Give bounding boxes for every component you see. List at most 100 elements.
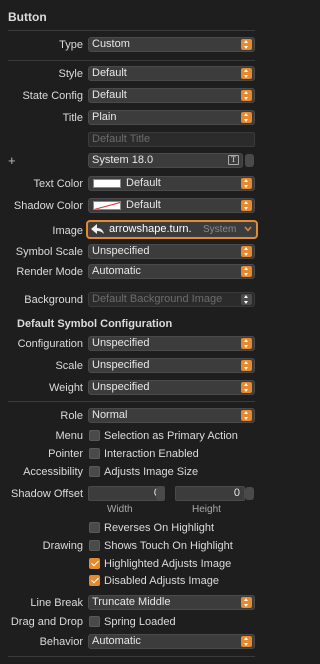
- stepper-arrows-icon: [241, 68, 252, 79]
- background-placeholder: Default Background Image: [92, 293, 223, 305]
- font-size-stepper[interactable]: [245, 154, 254, 167]
- drawing-label: Drawing: [42, 540, 83, 552]
- shadow-color-value: Default: [126, 199, 161, 211]
- title-label: Title: [62, 112, 83, 124]
- configuration-value: Unspecified: [92, 337, 150, 349]
- line-break-popup[interactable]: Truncate Middle: [88, 595, 255, 610]
- weight-popup[interactable]: Unspecified: [88, 380, 255, 395]
- render-mode-value: Automatic: [92, 265, 141, 277]
- type-value: Custom: [92, 38, 130, 50]
- stepper-arrows-icon: [241, 246, 252, 257]
- shadow-color-popup[interactable]: Default: [88, 198, 255, 213]
- title-value: Plain: [92, 111, 117, 123]
- background-label: Background: [24, 294, 83, 306]
- inspector-title: Button: [8, 10, 47, 24]
- role-label: Role: [60, 410, 83, 422]
- drawing-option-label: Disabled Adjusts Image: [104, 575, 219, 587]
- state-config-label: State Config: [22, 90, 83, 102]
- stepper-arrows-icon: [241, 597, 252, 608]
- drawing-checkbox-1[interactable]: [89, 540, 100, 551]
- chevron-down-icon[interactable]: [244, 226, 252, 232]
- weight-label: Weight: [48, 382, 83, 394]
- accessibility-label: Accessibility: [23, 466, 83, 478]
- stepper-arrows-icon: [241, 112, 252, 123]
- accessibility-option-label: Adjusts Image Size: [104, 466, 199, 478]
- role-popup[interactable]: Normal: [88, 408, 255, 423]
- background-combo[interactable]: Default Background Image: [88, 292, 255, 307]
- no-color-swatch: [93, 201, 121, 210]
- state-config-popup[interactable]: Default: [88, 88, 255, 103]
- pointer-label: Pointer: [48, 448, 83, 460]
- behavior-label: Behavior: [39, 636, 83, 648]
- configuration-label: Configuration: [17, 338, 83, 350]
- drawing-option-label: Shows Touch On Highlight: [104, 540, 233, 552]
- stepper-arrows-icon: [241, 294, 252, 305]
- drawing-option-label: Reverses On Highlight: [104, 522, 215, 534]
- stepper-arrows-icon: [241, 410, 252, 421]
- height-caption: Height: [192, 504, 221, 515]
- behavior-popup[interactable]: Automatic: [88, 634, 255, 649]
- shadow-height-stepper[interactable]: [245, 487, 254, 500]
- symbol-scale-popup[interactable]: Unspecified: [88, 244, 255, 259]
- type-label: Type: [59, 39, 83, 51]
- title-text-field[interactable]: Default Title: [88, 132, 255, 147]
- image-combo[interactable]: arrowshape.turn. System: [86, 220, 258, 239]
- stepper-arrows-icon: [241, 178, 252, 189]
- behavior-value: Automatic: [92, 635, 141, 647]
- pointer-option-label: Interaction Enabled: [104, 448, 199, 460]
- divider: [8, 60, 255, 61]
- scale-label: Scale: [55, 360, 83, 372]
- accessibility-checkbox[interactable]: [89, 466, 100, 477]
- title-popup[interactable]: Plain: [88, 110, 255, 125]
- shadow-height-field[interactable]: 0: [175, 486, 245, 501]
- style-popup[interactable]: Default: [88, 66, 255, 81]
- drawing-checkbox-0[interactable]: [89, 522, 100, 533]
- title-placeholder: Default Title: [92, 133, 151, 145]
- line-break-label: Line Break: [30, 597, 83, 609]
- add-variation-button[interactable]: +: [8, 153, 16, 168]
- drag-drop-checkbox[interactable]: [89, 616, 100, 627]
- shadow-offset-label: Shadow Offset: [11, 488, 83, 500]
- drag-drop-option-label: Spring Loaded: [104, 616, 176, 628]
- divider: [8, 656, 255, 657]
- stepper-arrows-icon: [241, 39, 252, 50]
- image-value: arrowshape.turn.: [109, 223, 192, 235]
- image-label: Image: [52, 225, 83, 237]
- line-break-value: Truncate Middle: [92, 596, 171, 608]
- divider: [8, 30, 255, 31]
- stepper-arrows-icon: [241, 636, 252, 647]
- render-mode-popup[interactable]: Automatic: [88, 264, 255, 279]
- text-color-value: Default: [126, 177, 161, 189]
- type-popup[interactable]: Custom: [88, 37, 255, 52]
- menu-option-label: Selection as Primary Action: [104, 430, 238, 442]
- symbol-scale-value: Unspecified: [92, 245, 150, 257]
- font-picker-icon[interactable]: T: [228, 155, 239, 165]
- style-value: Default: [92, 67, 127, 79]
- stepper-arrows-icon: [241, 338, 252, 349]
- divider: [8, 401, 255, 402]
- drag-drop-label: Drag and Drop: [10, 616, 83, 628]
- render-mode-label: Render Mode: [16, 266, 83, 278]
- scale-popup[interactable]: Unspecified: [88, 358, 255, 373]
- drawing-checkbox-2[interactable]: [89, 558, 100, 569]
- menu-checkbox[interactable]: [89, 430, 100, 441]
- stepper-arrows-icon: [241, 266, 252, 277]
- stepper-arrows-icon: [241, 90, 252, 101]
- shadow-width-stepper[interactable]: [156, 487, 165, 500]
- shadow-height-value: 0: [233, 487, 240, 499]
- arrowshape-turn-icon: [91, 224, 104, 234]
- image-source-badge: System: [203, 224, 237, 235]
- stepper-arrows-icon: [241, 360, 252, 371]
- font-value: System 18.0: [92, 154, 154, 166]
- symbol-config-heading: Default Symbol Configuration: [17, 318, 173, 330]
- weight-value: Unspecified: [92, 381, 150, 393]
- text-color-popup[interactable]: Default: [88, 176, 255, 191]
- scale-value: Unspecified: [92, 359, 150, 371]
- shadow-width-field[interactable]: 0: [88, 486, 165, 501]
- drawing-checkbox-3[interactable]: [89, 575, 100, 586]
- text-color-label: Text Color: [33, 178, 83, 190]
- font-field[interactable]: System 18.0 T: [88, 153, 243, 168]
- pointer-checkbox[interactable]: [89, 448, 100, 459]
- state-config-value: Default: [92, 89, 127, 101]
- configuration-popup[interactable]: Unspecified: [88, 336, 255, 351]
